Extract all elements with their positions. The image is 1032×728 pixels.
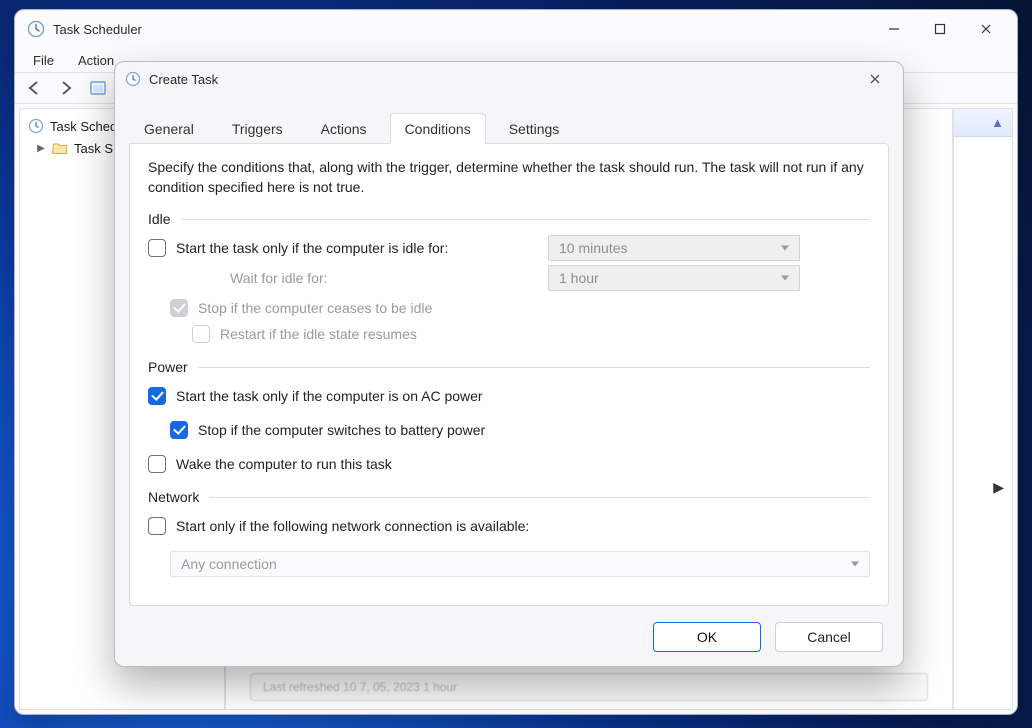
dialog-title: Create Task (149, 72, 218, 87)
combo-idle-time[interactable]: 10 minutes (548, 235, 800, 261)
checkbox-start-ac[interactable] (148, 387, 166, 405)
row-restart-idle: Restart if the idle state resumes (148, 321, 870, 347)
tab-settings[interactable]: Settings (494, 113, 575, 144)
minimize-button[interactable] (871, 14, 917, 44)
label-start-net: Start only if the following network conn… (176, 518, 529, 534)
forward-button[interactable] (53, 75, 79, 101)
create-task-dialog: Create Task General Triggers Actions Con… (114, 61, 904, 667)
titlebar: Task Scheduler (15, 10, 1017, 48)
tab-conditions[interactable]: Conditions (390, 113, 486, 144)
row-wait-idle: Wait for idle for: 1 hour (148, 265, 870, 291)
close-button[interactable] (963, 14, 1009, 44)
window-title: Task Scheduler (53, 22, 142, 37)
row-stop-battery: Stop if the computer switches to battery… (148, 417, 870, 443)
label-stop-not-idle: Stop if the computer ceases to be idle (198, 300, 432, 316)
conditions-panel: Specify the conditions that, along with … (129, 143, 889, 606)
folder-icon (52, 140, 68, 156)
checkbox-start-net[interactable] (148, 517, 166, 535)
checkbox-start-only-idle[interactable] (148, 239, 166, 257)
tab-strip: General Triggers Actions Conditions Sett… (115, 112, 903, 143)
status-strip: Last refreshed 10 7, 05, 2023 1 hour (250, 673, 928, 701)
label-wake: Wake the computer to run this task (176, 456, 392, 472)
group-power-title: Power (148, 359, 188, 375)
group-idle: Idle (148, 211, 870, 227)
checkbox-stop-battery[interactable] (170, 421, 188, 439)
up-button[interactable] (85, 75, 111, 101)
dialog-close-button[interactable] (857, 66, 893, 92)
row-net-connection: Any connection (148, 551, 870, 577)
checkbox-wake[interactable] (148, 455, 166, 473)
checkbox-restart-idle (192, 325, 210, 343)
clock-icon (27, 20, 45, 38)
dialog-footer: OK Cancel (115, 618, 903, 666)
actions-pane: ▲ ▶ (953, 108, 1013, 710)
chevron-right-icon[interactable]: ▶ (36, 143, 46, 154)
row-start-ac: Start the task only if the computer is o… (148, 383, 870, 409)
tree-child-label: Task S (74, 141, 113, 156)
row-start-only-idle: Start the task only if the computer is i… (148, 235, 870, 261)
back-button[interactable] (21, 75, 47, 101)
ok-button[interactable]: OK (653, 622, 761, 652)
clock-icon (125, 71, 141, 87)
label-start-only-idle: Start the task only if the computer is i… (176, 240, 448, 256)
conditions-intro: Specify the conditions that, along with … (148, 158, 870, 197)
tab-triggers[interactable]: Triggers (217, 113, 298, 144)
group-idle-title: Idle (148, 211, 171, 227)
tab-actions[interactable]: Actions (306, 113, 382, 144)
group-network-title: Network (148, 489, 199, 505)
menu-file[interactable]: File (23, 51, 64, 70)
label-wait-idle: Wait for idle for: (230, 270, 328, 286)
row-start-net: Start only if the following network conn… (148, 513, 870, 539)
row-wake: Wake the computer to run this task (148, 451, 870, 477)
cancel-button[interactable]: Cancel (775, 622, 883, 652)
group-power: Power (148, 359, 870, 375)
maximize-button[interactable] (917, 14, 963, 44)
dialog-titlebar: Create Task (115, 62, 903, 96)
label-stop-battery: Stop if the computer switches to battery… (198, 422, 485, 438)
checkbox-stop-not-idle (170, 299, 188, 317)
label-restart-idle: Restart if the idle state resumes (220, 326, 417, 342)
chevron-up-icon[interactable]: ▲ (991, 115, 1004, 130)
tab-general[interactable]: General (129, 113, 209, 144)
tree-root-label: Task Sched (50, 119, 117, 134)
label-start-ac: Start the task only if the computer is o… (176, 388, 483, 404)
row-stop-not-idle: Stop if the computer ceases to be idle (148, 295, 870, 321)
combo-network-connection[interactable]: Any connection (170, 551, 870, 577)
clock-icon (28, 118, 44, 134)
combo-wait-time[interactable]: 1 hour (548, 265, 800, 291)
group-network: Network (148, 489, 870, 505)
chevron-right-icon[interactable]: ▶ (993, 479, 1004, 496)
